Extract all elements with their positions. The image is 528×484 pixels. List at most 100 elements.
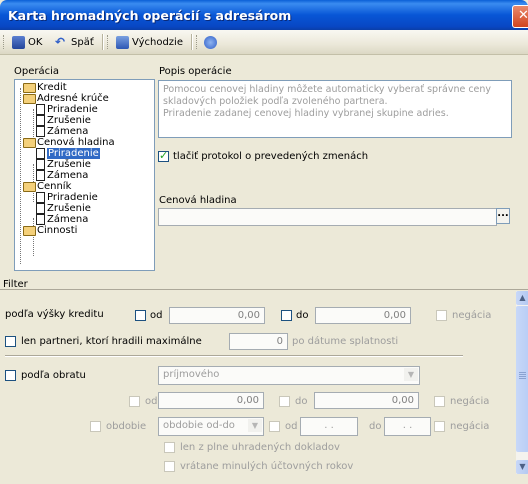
save-icon [12,35,25,49]
tree-item-priradenie-selected[interactable]: Priradenie [36,148,100,159]
cenova-hladina-browse-button[interactable]: ... [496,208,510,224]
document-icon [36,192,45,203]
filter-divider [0,289,528,290]
tree-item-zrusenie[interactable]: Zrušenie [36,115,91,126]
kredit-od-checkbox[interactable] [135,310,146,321]
document-icon [36,104,45,115]
kredit-do-input[interactable]: 0,00 [315,307,411,324]
scroll-up-button[interactable]: ▲ [516,291,528,305]
minule-label: vrátane minulých účtovných rokov [180,461,354,472]
window-title: Karta hromadných operácií s adresárom [8,8,292,23]
obdobie-od-date[interactable]: . . [300,417,358,436]
kredit-do-checkbox[interactable] [281,310,292,321]
operacia-label: Operácia [14,66,60,77]
filter-separator [5,355,463,357]
minule-checkbox[interactable] [164,461,175,472]
folder-icon [23,225,36,236]
help-icon [204,35,217,49]
chevron-down-icon: ▼ [404,368,418,381]
toolbar-separator [191,34,193,50]
folder-open-icon [23,181,36,192]
obdobie-do-date[interactable]: . . [384,417,431,436]
chevron-down-icon: ▼ [248,419,262,432]
cenova-hladina-label: Cenová hladina [159,195,237,206]
ok-button[interactable]: OK [9,33,45,51]
obrat-od-input[interactable]: 0,00 [158,392,264,409]
undo-icon: ↶ [55,34,66,49]
filter-scrollbar[interactable]: ▲ ▼ [515,291,528,474]
tree-item-cinnosti[interactable]: Činnosti [23,225,77,236]
scroll-thumb[interactable] [516,306,528,452]
obrat-negacia-label: negácia [450,396,490,407]
kredit-od-label: od [150,310,163,321]
obdobie-do-label: do [369,421,382,432]
toolbar-grip[interactable] [196,35,200,49]
document-icon [36,214,45,225]
obrat-do-label: do [295,396,308,407]
plne-label: len z plne uhradených dokladov [180,442,340,453]
obdobie-od-checkbox[interactable] [269,421,280,432]
partneri-label: len partneri, ktorí hradili maximálne [21,336,202,347]
tree-item-cenova-hladina[interactable]: Cenová hladina [23,137,115,148]
close-button[interactable]: ✕ [512,5,528,28]
cenova-hladina-input[interactable] [158,208,497,226]
tree-item-zamena[interactable]: Zámena [36,214,88,225]
partneri-checkbox[interactable] [5,336,16,347]
obrat-od-checkbox[interactable] [129,396,140,407]
tree-item-zamena[interactable]: Zámena [36,170,88,181]
close-icon: ✕ [518,8,528,23]
obdobie-negacia-checkbox[interactable] [434,421,445,432]
obrat-label: podľa obratu [21,370,86,381]
tree-item-adresne-kruce[interactable]: Adresné krúče [23,93,109,104]
obrat-do-checkbox[interactable] [279,396,290,407]
partneri-input[interactable]: 0 [229,333,288,350]
plne-checkbox[interactable] [164,442,175,453]
toolbar-separator [102,34,104,50]
filter-panel: podľa výšky kreditu od 0,00 do 0,00 negá… [0,291,515,484]
obdobie-label: obdobie [106,421,147,432]
obrat-od-label: od [145,396,158,407]
grip-icon [519,372,526,373]
tree-item-cennik[interactable]: Cenník [23,181,71,192]
toolbar-grip[interactable] [107,35,111,49]
toolbar-grip[interactable] [3,35,7,49]
tree-item-zrusenie[interactable]: Zrušenie [36,203,91,214]
document-icon [36,159,45,170]
document-icon [36,203,45,214]
operacia-tree[interactable]: Kredit Adresné krúče Priradenie Zrušenie… [14,79,155,271]
scroll-down-button[interactable]: ▼ [516,460,528,474]
document-icon [36,126,45,137]
obrat-do-input[interactable]: 0,00 [314,392,419,409]
document-icon [36,170,45,181]
ok-label: OK [28,36,43,48]
obrat-select-value: príjmového [163,369,220,380]
tree-item-priradenie[interactable]: Priradenie [36,104,98,115]
obdobie-checkbox[interactable] [90,421,101,432]
popis-text: Pomocou cenovej hladiny môžete automatic… [163,84,492,119]
popis-label: Popis operácie [159,66,232,77]
obdobie-select[interactable]: obdobie od-do ▼ [158,417,264,436]
obrat-checkbox[interactable] [5,370,16,381]
tree-line [33,218,34,256]
obrat-negacia-checkbox[interactable] [434,396,445,407]
obrat-select[interactable]: príjmového ▼ [158,366,420,385]
help-button[interactable] [201,33,220,51]
tree-item-zrusenie[interactable]: Zrušenie [36,159,91,170]
tree-item-priradenie[interactable]: Priradenie [36,192,98,203]
tree-line [20,88,21,264]
defaults-label: Východzie [132,36,183,48]
tlacit-checkbox[interactable]: ✓ [158,149,169,162]
kredit-negacia-checkbox[interactable] [436,310,447,321]
kredit-label: podľa výšky kreditu [5,309,104,320]
defaults-button[interactable]: Východzie [113,33,186,51]
kredit-do-label: do [296,310,309,321]
back-label: Späť [71,36,94,48]
back-button[interactable]: ↶ Späť [52,33,97,51]
kredit-negacia-label: negácia [452,310,492,321]
tree-item-kredit[interactable]: Kredit [23,82,67,93]
tree-item-zamena[interactable]: Zámena [36,126,88,137]
folder-icon [23,82,36,93]
kredit-od-input[interactable]: 0,00 [169,307,265,324]
popis-textarea[interactable]: Pomocou cenovej hladiny môžete automatic… [158,80,512,138]
folder-open-icon [23,137,36,148]
